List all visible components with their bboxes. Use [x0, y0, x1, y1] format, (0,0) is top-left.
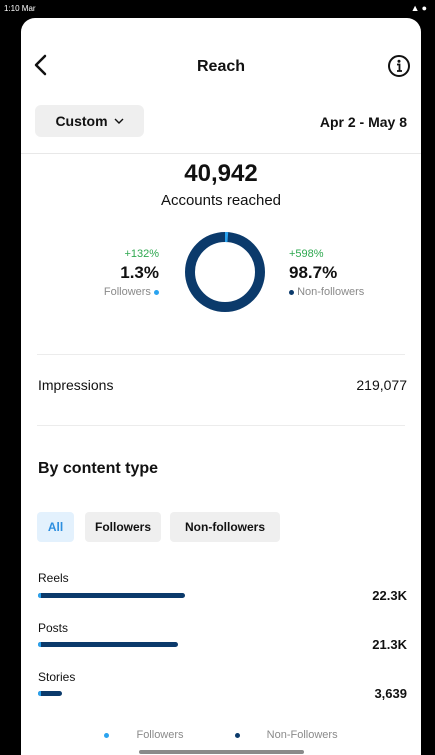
followers-segment: [38, 593, 41, 598]
followers-segment: [38, 642, 41, 647]
content-type-label-posts: Posts: [38, 621, 69, 635]
content-type-value-stories: 3,639: [374, 686, 407, 701]
legend-non-followers: Non-Followers: [223, 729, 350, 741]
followers-segment: [38, 691, 41, 696]
impressions-label: Impressions: [38, 377, 114, 393]
followers-percent: 1.3%: [120, 263, 159, 282]
content-type-bar-reels: [38, 593, 185, 598]
non-followers-stat: +598% 98.7% Non-followers: [289, 248, 409, 298]
legend-non-followers-label: Non-Followers: [266, 729, 338, 741]
followers-stat: +132% 1.3% Followers: [81, 248, 159, 298]
non-followers-percent: 98.7%: [289, 263, 338, 282]
followers-dot: [154, 289, 159, 295]
followers-change: +132%: [124, 248, 159, 260]
chevron-down-icon: [114, 118, 124, 124]
legend-followers-label: Followers: [136, 729, 184, 741]
non-followers-dot: [289, 289, 294, 295]
non-followers-label: Non-followers: [297, 286, 365, 298]
content-type-title: By content type: [38, 460, 159, 477]
content-type-bar-stories: [38, 691, 62, 696]
info-icon[interactable]: [387, 54, 411, 78]
reach-screen: Reach Custom Apr 2 - May 8 40,942 Accoun…: [21, 18, 421, 755]
non-followers-change: +598%: [289, 248, 324, 260]
status-bar: 1:10 Mar ▲●: [0, 0, 435, 18]
page-title: Reach: [196, 58, 246, 75]
impressions-value: 219,077: [356, 377, 407, 393]
nav-bar: Reach: [21, 18, 421, 118]
home-indicator: [139, 750, 304, 754]
legend-dot-followers: [104, 732, 110, 738]
chart-legend: Followers Non-Followers: [21, 729, 421, 741]
accounts-reached-label: Accounts reached: [160, 192, 282, 209]
legend-followers: Followers: [92, 729, 195, 741]
status-time: 1:10 Mar: [4, 4, 36, 13]
status-icons: ▲●: [410, 3, 429, 13]
content-type-value-posts: 21.3K: [372, 637, 407, 652]
followers-label: Followers: [103, 286, 151, 298]
content-type-value-reels: 22.3K: [372, 588, 407, 603]
filter-all-button[interactable]: All: [37, 512, 74, 542]
legend-dot-non-followers: [234, 732, 240, 738]
followers-legend: Followers: [81, 286, 159, 298]
non-followers-legend: Non-followers: [289, 286, 409, 298]
content-type-label-stories: Stories: [38, 670, 76, 684]
filter-non-followers-button[interactable]: Non-followers: [170, 512, 280, 542]
date-range-dropdown[interactable]: Custom: [35, 105, 144, 137]
accounts-reached-count: 40,942: [184, 160, 258, 187]
date-range-dropdown-label: Custom: [55, 113, 108, 129]
content-type-label-reels: Reels: [38, 571, 69, 585]
reach-donut-chart: [185, 232, 265, 312]
divider: [21, 153, 421, 154]
filter-followers-button[interactable]: Followers: [85, 512, 161, 542]
non-followers-arc: [185, 232, 265, 312]
divider: [37, 425, 405, 426]
date-range-text: Apr 2 - May 8: [319, 114, 407, 130]
content-type-bar-posts: [38, 642, 179, 647]
divider: [37, 354, 405, 355]
